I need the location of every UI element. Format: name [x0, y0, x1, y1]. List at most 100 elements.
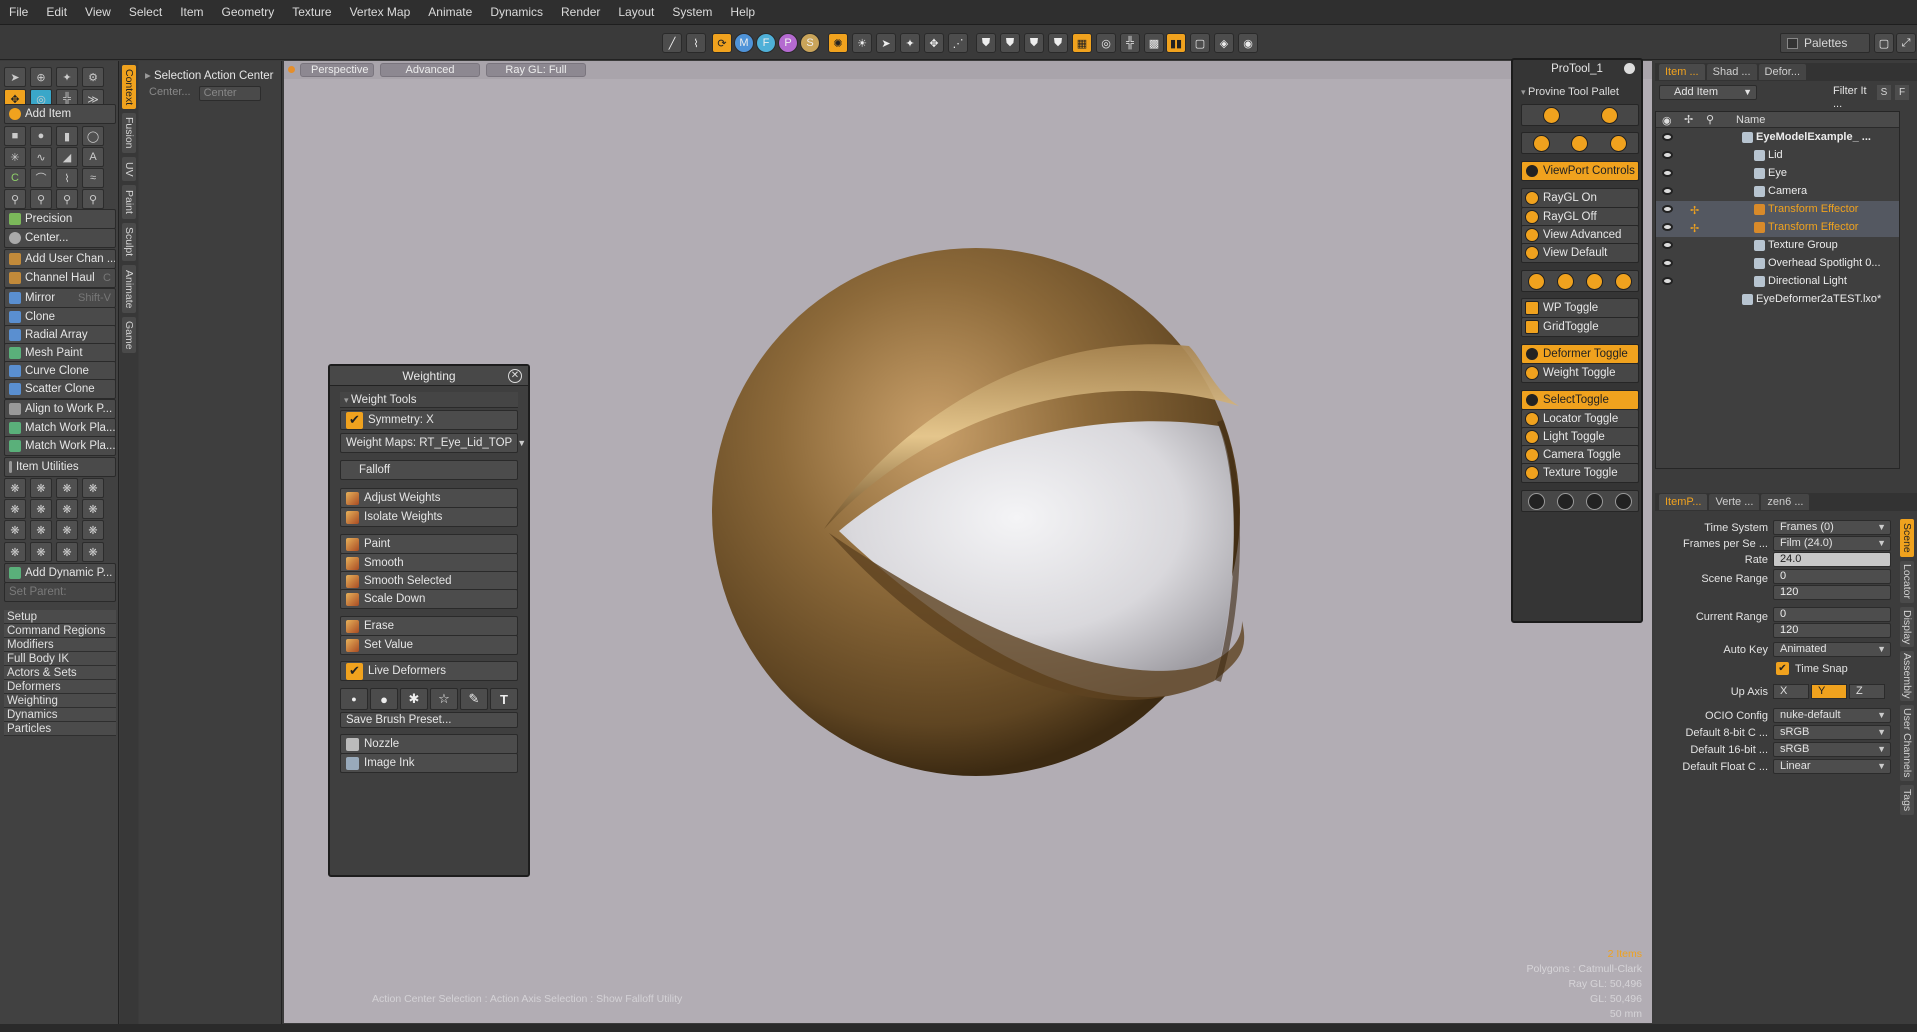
pointer-icon[interactable]: ➤ — [4, 67, 26, 87]
menu-render[interactable]: Render — [552, 5, 609, 19]
align-vertical-icon[interactable] — [1586, 272, 1603, 290]
weighting-title-bar[interactable]: Weighting ✕ — [330, 366, 528, 386]
locator-icon[interactable]: ✳ — [4, 147, 26, 167]
item-list-row[interactable]: Texture Group — [1656, 237, 1899, 255]
menu-animate[interactable]: Animate — [419, 5, 481, 19]
rate-field[interactable]: 24.0 — [1773, 552, 1891, 567]
symmetry-toggle[interactable]: ✔ Symmetry: X — [340, 410, 518, 430]
align-left-icon[interactable] — [1528, 272, 1545, 290]
precision-button[interactable]: Precision — [4, 209, 116, 229]
axis-z-option[interactable]: Z — [1849, 684, 1885, 699]
shield-4-icon[interactable]: ⛊ — [1048, 33, 1068, 53]
falloff-icon[interactable]: ⋰ — [948, 33, 968, 53]
auto-key-dropdown[interactable]: Animated ▼ — [1773, 642, 1891, 657]
tab-item-properties[interactable]: ItemP... — [1659, 494, 1708, 510]
layout-icon[interactable]: ▮▮ — [1166, 33, 1186, 53]
render-icon[interactable]: ◉ — [1238, 33, 1258, 53]
center-button[interactable]: Center... — [4, 228, 116, 248]
category-dynamics[interactable]: Dynamics — [4, 708, 116, 722]
item-list-row[interactable]: EyeModelExample_ ... — [1656, 129, 1899, 147]
smooth-button[interactable]: Smooth — [340, 553, 518, 573]
pattern-icon[interactable]: ▩ — [1144, 33, 1164, 53]
soft-brush-icon[interactable]: ● — [340, 688, 368, 710]
item-utilities-button[interactable]: Item Utilities — [4, 457, 116, 477]
match-work-plane-2-button[interactable]: Match Work Pla... — [4, 436, 116, 456]
nozzle-button[interactable]: Nozzle — [340, 734, 518, 754]
snapping-icon[interactable]: ⟳ — [712, 33, 732, 53]
layout-toggle-icon[interactable]: ▢ — [1874, 33, 1894, 53]
menu-texture[interactable]: Texture — [283, 5, 340, 19]
add-item-dropdown[interactable]: Add Item ▼ — [1659, 85, 1757, 100]
category-modifiers[interactable]: Modifiers — [4, 638, 116, 652]
filter-s-button[interactable]: S — [1877, 85, 1891, 100]
weight-maps-dropdown[interactable]: Weight Maps: RT_Eye_Lid_TOP ▼ — [340, 433, 526, 453]
modifier-f-icon[interactable]: F — [756, 33, 776, 53]
tab-item-list[interactable]: Item ... — [1659, 64, 1705, 80]
menu-view[interactable]: View — [76, 5, 120, 19]
rig-4-icon[interactable]: ⚲ — [82, 189, 104, 209]
item-list-row[interactable]: Overhead Spotlight 0... — [1656, 255, 1899, 273]
item-list-row[interactable]: ✢ Transform Effector — [1656, 201, 1899, 219]
scene-start-field[interactable]: 0 — [1773, 569, 1891, 584]
dyn-13-icon[interactable]: ❋ — [4, 542, 26, 562]
modifier-s-icon[interactable]: S — [800, 33, 820, 53]
modifier-p-icon[interactable]: P — [778, 33, 798, 53]
curve-icon[interactable]: ⌇ — [686, 33, 706, 53]
weight-tools-section[interactable]: ▾ Weight Tools — [340, 392, 518, 408]
menu-layout[interactable]: Layout — [609, 5, 663, 19]
smooth-selected-button[interactable]: Smooth Selected — [340, 571, 518, 591]
category-full-body-ik[interactable]: Full Body IK — [4, 652, 116, 666]
erase-button[interactable]: Erase — [340, 616, 518, 636]
falloff-button[interactable]: Falloff — [340, 460, 518, 480]
dyn-1-icon[interactable]: ❋ — [4, 478, 26, 498]
time-system-dropdown[interactable]: Frames (0) ▼ — [1773, 520, 1891, 535]
dyn-6-icon[interactable]: ❋ — [30, 499, 52, 519]
wave-icon[interactable]: ≈ — [82, 168, 104, 188]
tab-scene[interactable]: Scene — [1900, 519, 1914, 557]
fps-dropdown[interactable]: Film (24.0) ▼ — [1773, 536, 1891, 551]
torus-primitive-icon[interactable]: ◯ — [82, 126, 104, 146]
dyn-2-icon[interactable]: ❋ — [30, 478, 52, 498]
radiation-icon[interactable] — [1615, 272, 1632, 290]
close-icon[interactable]: ✕ — [508, 369, 522, 383]
panel-icon[interactable]: ▢ — [1190, 33, 1210, 53]
deform-c-icon[interactable]: C — [4, 168, 26, 188]
hard-brush-icon[interactable]: ● — [370, 688, 398, 710]
scene-end-field[interactable]: 120 — [1773, 585, 1891, 600]
rig-2-icon[interactable]: ⚲ — [30, 189, 52, 209]
snap-4-icon[interactable] — [1615, 492, 1632, 510]
viewport-controls-button[interactable]: ViewPort Controls — [1521, 161, 1639, 181]
protool-title-bar[interactable]: ProTool_1 — [1513, 60, 1641, 77]
lines-tool-icon[interactable] — [1610, 134, 1628, 152]
mirror-button[interactable]: Mirror Shift-V — [4, 288, 116, 308]
move-icon[interactable]: ✥ — [924, 33, 944, 53]
visibility-eye-icon[interactable] — [1662, 151, 1673, 159]
tab-uv[interactable]: UV — [122, 157, 136, 181]
spline-icon[interactable]: ∿ — [30, 147, 52, 167]
sun-icon[interactable]: ☀ — [852, 33, 872, 53]
channel-haul-button[interactable]: Channel Haul C — [4, 268, 116, 288]
tool-pipe-icon[interactable]: ⚙ — [82, 67, 104, 87]
curve-clone-button[interactable]: Curve Clone — [4, 361, 116, 381]
texture-toggle-button[interactable]: Texture Toggle — [1521, 463, 1639, 483]
paint-button[interactable]: Paint — [340, 534, 518, 554]
palettes-checkbox[interactable] — [1787, 37, 1798, 49]
info-tool-icon[interactable] — [1571, 134, 1589, 152]
star-icon[interactable]: ☆ — [430, 688, 458, 710]
category-particles[interactable]: Particles — [4, 722, 116, 736]
dyn-12-icon[interactable]: ❋ — [82, 520, 104, 540]
raygl-off-button[interactable]: RayGL Off — [1521, 207, 1639, 227]
tab-vertex-map[interactable]: Verte ... — [1709, 494, 1760, 510]
effector-link-icon[interactable]: ✢ — [1690, 204, 1699, 217]
sphere-primitive-icon[interactable]: ● — [30, 126, 52, 146]
menu-file[interactable]: File — [0, 5, 37, 19]
adjust-weights-button[interactable]: Adjust Weights — [340, 488, 518, 508]
set-parent-dropdown[interactable]: Set Parent: — [4, 582, 116, 602]
dyn-11-icon[interactable]: ❋ — [56, 520, 78, 540]
actor-icon[interactable]: ✦ — [56, 67, 78, 87]
shield-2-icon[interactable]: ⛊ — [1000, 33, 1020, 53]
n-tool-icon[interactable] — [1542, 106, 1560, 124]
sketch-icon[interactable]: ╱ — [662, 33, 682, 53]
filter-f-button[interactable]: F — [1895, 85, 1909, 100]
add-item-button[interactable]: Add Item — [4, 104, 116, 124]
